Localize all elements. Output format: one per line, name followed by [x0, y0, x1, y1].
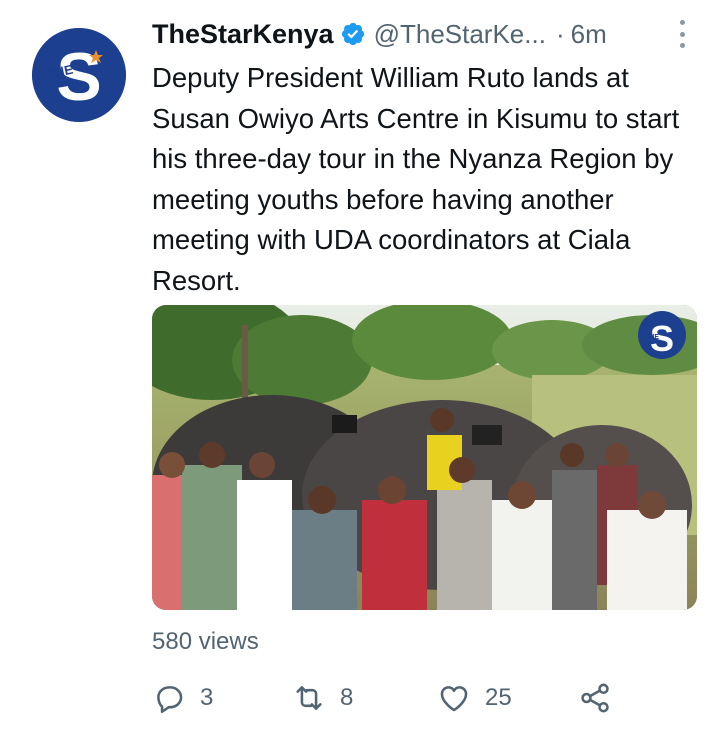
- tweet-header: TheStarKenya @TheStarKe... · 6m: [152, 14, 720, 54]
- crowd-photo: S THE: [152, 305, 697, 610]
- like-count: 25: [485, 684, 512, 711]
- reply-button[interactable]: 3: [152, 676, 213, 720]
- action-bar: 3 8 25: [152, 676, 622, 720]
- author-name[interactable]: TheStarKenya: [152, 19, 334, 50]
- retweet-count: 8: [340, 684, 354, 711]
- retweet-button[interactable]: 8: [292, 676, 353, 720]
- share-button[interactable]: [578, 676, 612, 720]
- verified-badge-icon: [340, 21, 366, 47]
- views-count: 580 views: [152, 628, 259, 655]
- watermark-small-text: THE: [645, 334, 659, 341]
- retweet-icon: [296, 686, 322, 710]
- separator: ·: [555, 18, 565, 49]
- reply-icon: [157, 686, 183, 714]
- reply-count: 3: [200, 684, 214, 711]
- avatar[interactable]: S THE: [32, 28, 126, 122]
- tweet-timestamp[interactable]: 6m: [571, 19, 607, 50]
- tweet-photo[interactable]: S THE: [152, 305, 697, 610]
- like-button[interactable]: 25: [437, 676, 512, 720]
- share-icon: [581, 683, 609, 713]
- tweet-text: Deputy President William Ruto lands at S…: [152, 62, 680, 296]
- more-options-icon[interactable]: [678, 20, 686, 48]
- author-handle[interactable]: @TheStarKe...: [374, 19, 546, 50]
- like-icon: [440, 686, 468, 712]
- thestar-logo: S THE: [32, 28, 126, 122]
